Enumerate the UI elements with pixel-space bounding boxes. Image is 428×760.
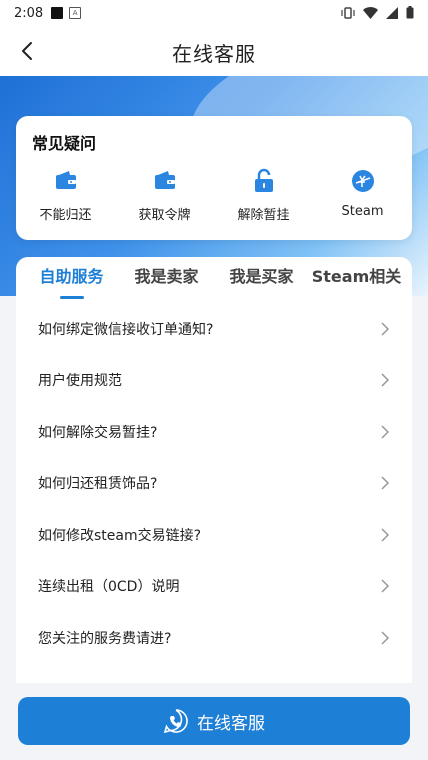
- signal-icon: [386, 6, 398, 19]
- chevron-right-icon: [381, 373, 390, 387]
- faq-item-release-hold[interactable]: 解除暂挂: [214, 168, 313, 223]
- page-title: 在线客服: [172, 42, 256, 66]
- question-row[interactable]: 您关注的服务费请进?: [16, 612, 412, 664]
- question-row[interactable]: 如何解除交易暂挂?: [16, 406, 412, 458]
- steam-icon: [351, 170, 374, 192]
- header: 在线客服: [0, 26, 428, 76]
- app-badge-icon: A: [69, 7, 82, 19]
- question-row[interactable]: 用户使用规范: [16, 355, 412, 407]
- online-service-label: 在线客服: [197, 713, 265, 734]
- unlock-icon: [254, 168, 273, 192]
- wallet-icon: [55, 171, 76, 189]
- status-icons: [341, 6, 414, 19]
- question-text: 用户使用规范: [38, 373, 122, 390]
- faq-item-get-token[interactable]: 获取令牌: [115, 168, 214, 223]
- chevron-right-icon: [381, 528, 390, 542]
- tab-self-service[interactable]: 自助服务: [24, 257, 119, 301]
- question-text: 如何解除交易暂挂?: [38, 424, 158, 441]
- chevron-right-icon: [381, 631, 390, 645]
- question-row[interactable]: 如何绑定微信接收订单通知?: [16, 303, 412, 355]
- faq-card: 常见疑问 不能归还 获取令牌 解除暂挂 Steam: [16, 116, 412, 240]
- question-row[interactable]: 连续出租（0CD）说明: [16, 561, 412, 613]
- question-list: 如何绑定微信接收订单通知? 用户使用规范 如何解除交易暂挂? 如何归还租赁饰品?…: [16, 303, 412, 664]
- question-text: 连续出租（0CD）说明: [38, 579, 180, 596]
- tabs-card: 自助服务 我是卖家 我是买家 Steam相关 如何绑定微信接收订单通知? 用户使…: [16, 257, 412, 683]
- battery-icon: [406, 6, 414, 19]
- tab-bar: 自助服务 我是卖家 我是买家 Steam相关: [16, 257, 412, 301]
- question-row[interactable]: 如何修改steam交易链接?: [16, 509, 412, 561]
- question-text: 如何归还租赁饰品?: [38, 476, 158, 493]
- faq-items: 不能归还 获取令牌 解除暂挂 Steam: [16, 168, 412, 223]
- faq-label: 解除暂挂: [237, 208, 290, 223]
- question-text: 如何绑定微信接收订单通知?: [38, 321, 214, 338]
- tab-steam[interactable]: Steam相关: [309, 257, 404, 301]
- faq-item-steam[interactable]: Steam: [313, 168, 412, 223]
- phone-chat-icon: [163, 709, 188, 734]
- tab-seller[interactable]: 我是卖家: [119, 257, 214, 301]
- faq-title: 常见疑问: [32, 134, 97, 153]
- status-bar: 2:08 A: [0, 0, 428, 26]
- faq-label: Steam: [341, 204, 384, 219]
- faq-label: 不能归还: [39, 208, 92, 223]
- question-row[interactable]: 如何归还租赁饰品?: [16, 458, 412, 510]
- question-text: 如何修改steam交易链接?: [38, 527, 202, 544]
- question-text: 您关注的服务费请进?: [38, 630, 172, 647]
- vibrate-icon: [341, 6, 355, 19]
- status-time: 2:08: [14, 5, 44, 21]
- online-service-button[interactable]: 在线客服: [18, 697, 410, 745]
- faq-item-cannot-return[interactable]: 不能归还: [16, 168, 115, 223]
- tab-buyer[interactable]: 我是买家: [214, 257, 309, 301]
- wifi-icon: [363, 6, 378, 19]
- chevron-right-icon: [381, 425, 390, 439]
- faq-label: 获取令牌: [138, 208, 191, 223]
- notification-icon: [51, 7, 64, 19]
- wallet-icon: [154, 171, 175, 189]
- chevron-right-icon: [381, 322, 390, 336]
- chevron-right-icon: [381, 579, 390, 593]
- chevron-right-icon: [381, 476, 390, 490]
